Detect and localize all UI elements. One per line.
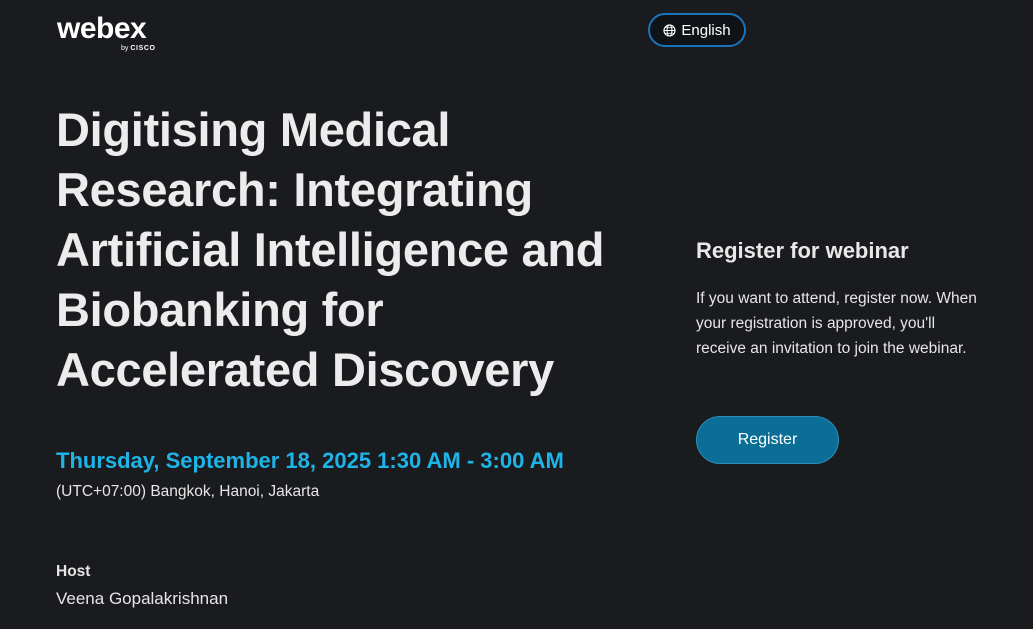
language-selector-button[interactable]: English bbox=[648, 13, 746, 47]
event-title: Digitising Medical Research: Integrating… bbox=[56, 103, 605, 396]
webex-logo: webex by CISCO bbox=[57, 12, 167, 53]
logo-wordmark: webex bbox=[57, 12, 147, 45]
language-label: English bbox=[681, 21, 731, 39]
host-name: Veena Gopalakrishnan bbox=[56, 589, 229, 608]
host-label: Host bbox=[56, 563, 91, 580]
register-description: If you want to attend, register now. Whe… bbox=[696, 290, 977, 357]
logo-cisco: CISCO bbox=[130, 45, 156, 52]
logo-by: by bbox=[121, 45, 129, 52]
event-date-time: Thursday, September 18, 2025 1:30 AM - 3… bbox=[56, 448, 564, 473]
event-timezone: (UTC+07:00) Bangkok, Hanoi, Jakarta bbox=[56, 483, 320, 500]
register-button[interactable]: Register bbox=[696, 416, 839, 464]
register-heading: Register for webinar bbox=[696, 238, 909, 263]
logo-byline: by CISCO bbox=[121, 45, 156, 52]
globe-icon bbox=[663, 23, 676, 37]
webinar-registration-page: webex by CISCO English Digitising Medical… bbox=[0, 0, 1033, 629]
